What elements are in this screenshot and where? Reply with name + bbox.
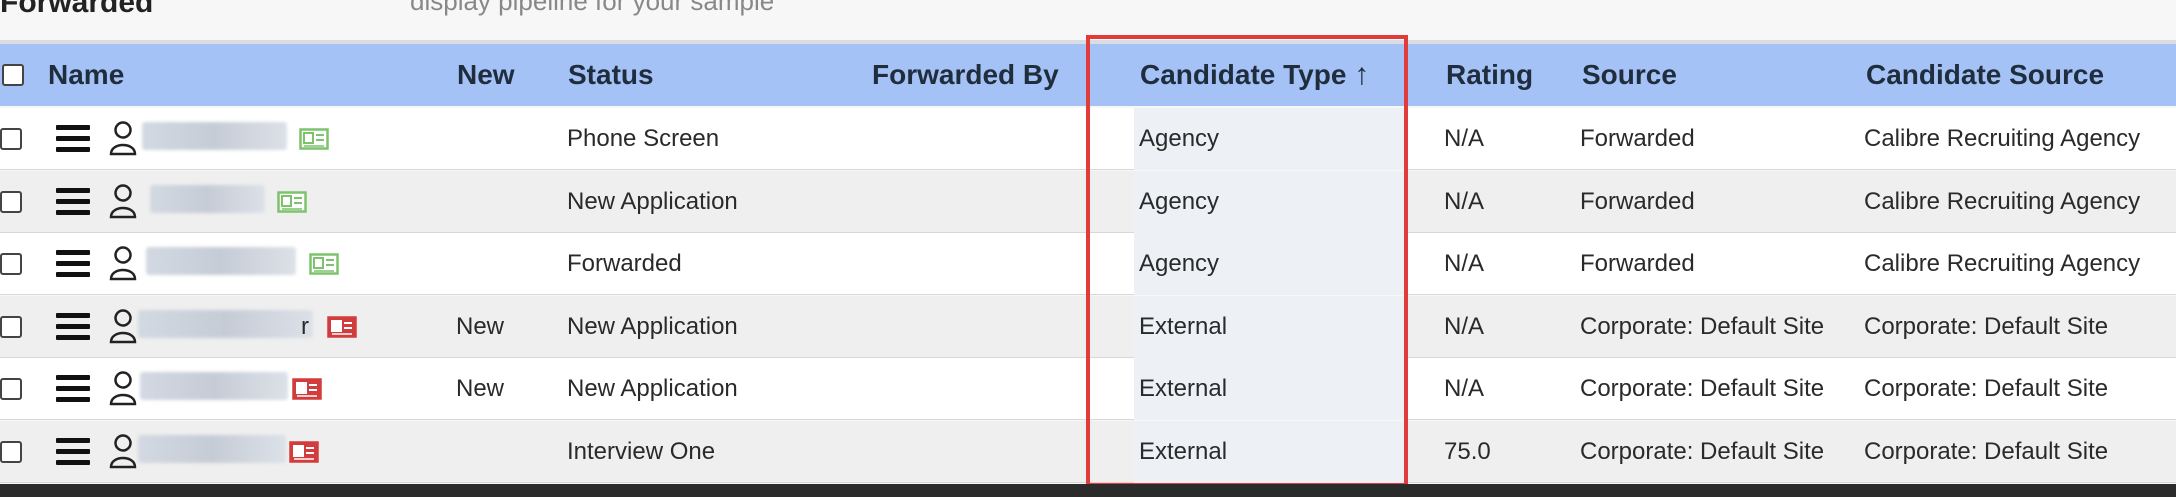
- source-cell: Corporate: Default Site: [1580, 375, 1825, 402]
- hamburger-menu-icon[interactable]: [56, 250, 90, 278]
- source-cell: Corporate: Default Site: [1580, 437, 1825, 465]
- column-header-new[interactable]: New: [457, 44, 515, 106]
- person-icon: [109, 433, 137, 468]
- row-checkbox[interactable]: [0, 253, 22, 275]
- hamburger-menu-icon[interactable]: [56, 437, 90, 466]
- green-resume-icon[interactable]: [309, 253, 339, 275]
- column-header-source[interactable]: Source: [1582, 44, 1677, 106]
- redacted-candidate-name[interactable]: [150, 184, 265, 213]
- column-header-status[interactable]: Status: [568, 44, 654, 106]
- status-cell: New Application: [567, 312, 738, 340]
- person-icon: [109, 371, 137, 406]
- row-checkbox[interactable]: [0, 440, 22, 463]
- candidate-source-cell: Calibre Recruiting Agency: [1864, 187, 2141, 215]
- candidate-source-cell: Corporate: Default Site: [1864, 375, 2109, 402]
- rating-cell: N/A: [1444, 187, 1485, 215]
- status-cell: New Application: [567, 375, 738, 402]
- rating-cell: 75.0: [1444, 437, 1491, 465]
- candidate-source-cell: Corporate: Default Site: [1864, 437, 2109, 465]
- column-header-candidate-source[interactable]: Candidate Source: [1866, 44, 2104, 106]
- row-checkbox[interactable]: [0, 190, 22, 213]
- redacted-candidate-name[interactable]: [142, 122, 287, 150]
- rating-cell: N/A: [1444, 125, 1485, 152]
- redacted-candidate-name[interactable]: [138, 434, 286, 463]
- candidate-name-suffix: r: [301, 312, 309, 340]
- new-cell: New: [456, 312, 505, 340]
- person-icon: [109, 308, 137, 343]
- status-cell: New Application: [567, 187, 738, 215]
- red-resume-icon[interactable]: [327, 315, 357, 338]
- hamburger-menu-icon[interactable]: [56, 375, 90, 403]
- green-resume-icon[interactable]: [277, 190, 307, 213]
- row-checkbox[interactable]: [0, 128, 22, 150]
- red-resume-icon[interactable]: [292, 378, 322, 400]
- person-icon: [109, 183, 137, 218]
- redacted-candidate-name[interactable]: [140, 372, 288, 400]
- redacted-candidate-name[interactable]: [138, 309, 313, 338]
- column-header-rating[interactable]: Rating: [1446, 44, 1533, 106]
- new-cell: New: [456, 375, 505, 402]
- source-cell: Forwarded: [1580, 125, 1695, 152]
- green-resume-icon[interactable]: [299, 128, 329, 150]
- person-icon: [109, 246, 137, 281]
- red-resume-icon[interactable]: [289, 440, 319, 463]
- candidate-source-cell: Calibre Recruiting Agency: [1864, 125, 2141, 152]
- hamburger-menu-icon[interactable]: [56, 187, 90, 216]
- page-header-strip: Forwarded display pipeline for your samp…: [0, 0, 2176, 40]
- bottom-bar: [0, 484, 2176, 497]
- candidate-source-cell: Calibre Recruiting Agency: [1864, 250, 2141, 277]
- source-cell: Forwarded: [1580, 250, 1695, 277]
- rating-cell: N/A: [1444, 375, 1485, 402]
- status-cell: Interview One: [567, 437, 716, 465]
- rating-cell: N/A: [1444, 250, 1485, 277]
- column-header-name[interactable]: Name: [48, 44, 124, 106]
- status-cell: Forwarded: [567, 250, 682, 277]
- hamburger-menu-icon[interactable]: [56, 125, 90, 153]
- select-all-checkbox[interactable]: [2, 64, 24, 86]
- status-cell: Phone Screen: [567, 125, 720, 152]
- column-header-forwarded-by[interactable]: Forwarded By: [872, 44, 1059, 106]
- candidate-type-highlight-box: [1086, 35, 1408, 487]
- source-cell: Corporate: Default Site: [1580, 312, 1825, 340]
- source-cell: Forwarded: [1580, 187, 1695, 215]
- page-title: Forwarded: [0, 0, 154, 19]
- hamburger-menu-icon[interactable]: [56, 312, 90, 341]
- row-checkbox[interactable]: [0, 315, 22, 338]
- redacted-candidate-name[interactable]: [146, 247, 296, 275]
- row-checkbox[interactable]: [0, 378, 22, 400]
- person-icon: [109, 121, 137, 156]
- rating-cell: N/A: [1444, 312, 1485, 340]
- page-description: display pipeline for your sample: [410, 0, 775, 16]
- candidate-source-cell: Corporate: Default Site: [1864, 312, 2109, 340]
